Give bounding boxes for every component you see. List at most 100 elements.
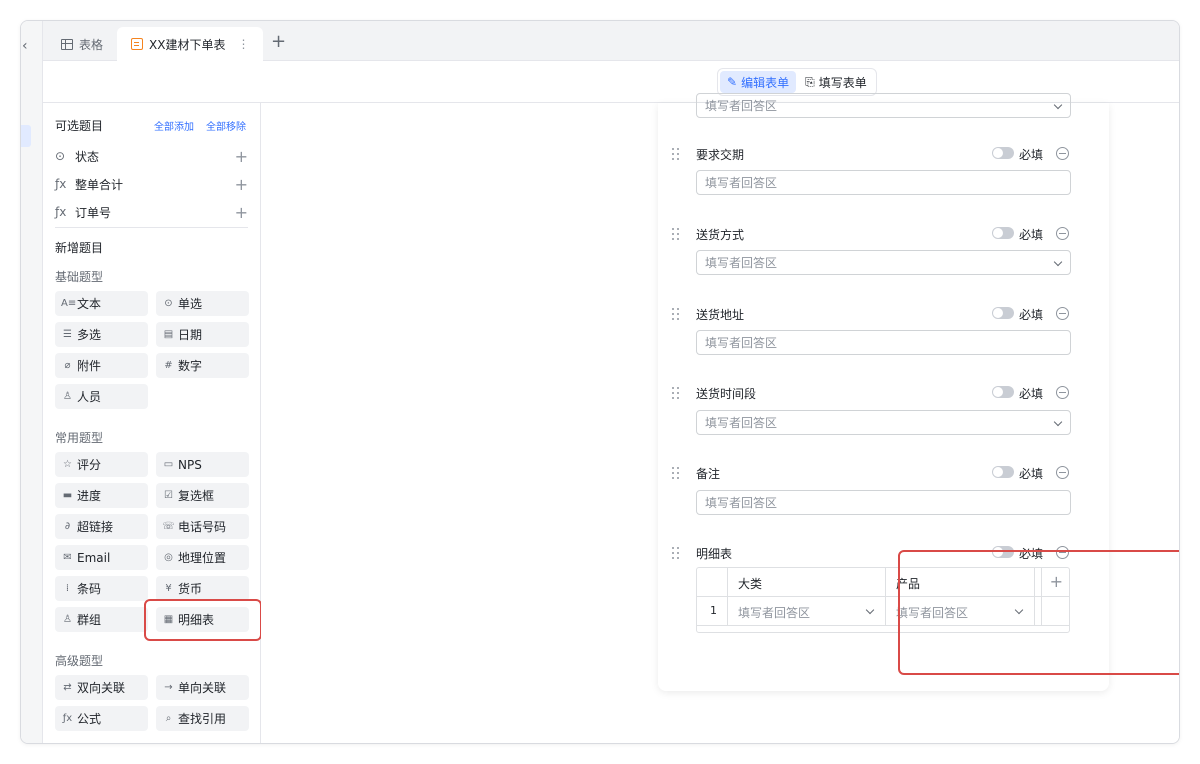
person-icon: ♙ bbox=[63, 391, 72, 402]
barcode-icon: ⁞ bbox=[65, 583, 70, 594]
required-toggle[interactable] bbox=[992, 147, 1014, 159]
add-all-link[interactable]: 全部添加 bbox=[154, 118, 194, 133]
type-number[interactable]: # 数字 bbox=[156, 353, 249, 378]
type-barcode[interactable]: ⁞ 条码 bbox=[55, 576, 148, 601]
tab-table[interactable]: 表格 bbox=[47, 27, 117, 61]
type-lookup[interactable]: ⌕ 查找引用 bbox=[156, 706, 249, 731]
add-icon[interactable]: + bbox=[235, 147, 248, 166]
required-toggle[interactable] bbox=[992, 307, 1014, 319]
drag-handle-icon[interactable] bbox=[672, 228, 680, 240]
remove-all-link[interactable]: 全部移除 bbox=[206, 118, 246, 133]
required-label: 必填 bbox=[1018, 228, 1043, 242]
answer-input[interactable]: 填写者回答区 bbox=[696, 170, 1071, 195]
detail-cell-category[interactable]: 填写者回答区 bbox=[738, 604, 810, 621]
add-icon[interactable]: + bbox=[235, 203, 248, 222]
type-nps[interactable]: ▭ NPS bbox=[156, 452, 249, 477]
question-label: 明细表 bbox=[696, 547, 733, 561]
required-toggle[interactable] bbox=[992, 227, 1014, 239]
type-rating[interactable]: ☆ 评分 bbox=[55, 452, 148, 477]
previous-field-select[interactable]: 填写者回答区 bbox=[696, 93, 1071, 118]
type-single-select[interactable]: ⊙ 单选 bbox=[156, 291, 249, 316]
tab-form[interactable]: XX建材下单表 ⋮ bbox=[117, 27, 264, 61]
column-divider bbox=[727, 568, 728, 625]
new-title: 新增题目 bbox=[55, 241, 104, 255]
one-way-link-icon: → bbox=[164, 682, 173, 693]
detail-cell-product[interactable]: 填写者回答区 bbox=[896, 604, 968, 621]
remove-icon[interactable] bbox=[1056, 386, 1069, 399]
progress-icon: ▬ bbox=[62, 490, 73, 501]
drag-handle-icon[interactable] bbox=[672, 467, 680, 479]
type-two-way-link[interactable]: ⇄ 双向关联 bbox=[55, 675, 148, 700]
required-label: 必填 bbox=[1018, 387, 1043, 401]
remove-icon[interactable] bbox=[1056, 307, 1069, 320]
answer-select[interactable]: 填写者回答区 bbox=[696, 410, 1071, 435]
checkbox-icon: ☑ bbox=[164, 490, 173, 501]
column-divider bbox=[1041, 568, 1042, 625]
drag-handle-icon[interactable] bbox=[672, 387, 680, 399]
type-attachment[interactable]: ⌀ 附件 bbox=[55, 353, 148, 378]
remove-icon[interactable] bbox=[1056, 466, 1069, 479]
required-toggle[interactable] bbox=[992, 466, 1014, 478]
detail-table: 大类 产品 + 1 填写者回答区 填写者回答区 bbox=[696, 567, 1070, 633]
optional-header: 可选题目 全部添加 全部移除 bbox=[55, 117, 246, 134]
status-icon: ⊙ bbox=[55, 149, 66, 163]
remove-icon[interactable] bbox=[1056, 147, 1069, 160]
type-phone[interactable]: ☏ 电话号码 bbox=[156, 514, 249, 539]
formula-icon: ƒx bbox=[55, 205, 67, 219]
drag-handle-icon[interactable] bbox=[672, 308, 680, 320]
table-bottom-border bbox=[697, 625, 1069, 626]
column-header: 产品 bbox=[896, 577, 921, 591]
drag-handle-icon[interactable] bbox=[672, 547, 680, 559]
text-icon: A≡ bbox=[61, 298, 77, 309]
chevron-down-icon bbox=[865, 605, 875, 615]
fill-form-button[interactable]: ⎘ 填写表单 bbox=[798, 71, 874, 93]
type-one-way-link[interactable]: → 单向关联 bbox=[156, 675, 249, 700]
add-tab-icon[interactable]: + bbox=[271, 31, 286, 52]
form-card: 填写者回答区 要求交期 必填 填写者回答区 送货方式 必填 填写者回答区 送货地… bbox=[658, 93, 1109, 691]
collapsed-nav[interactable]: ‹ bbox=[21, 21, 43, 743]
more-vertical-icon[interactable]: ⋮ bbox=[237, 37, 249, 51]
type-multi-select[interactable]: ☰ 多选 bbox=[55, 322, 148, 347]
nps-icon: ▭ bbox=[163, 459, 174, 470]
tab-label: XX建材下单表 bbox=[149, 37, 226, 52]
location-icon: ◎ bbox=[164, 552, 173, 563]
nav-active-indicator bbox=[21, 125, 31, 147]
form-canvas: 填写者回答区 要求交期 必填 填写者回答区 送货方式 必填 填写者回答区 送货地… bbox=[261, 93, 1179, 743]
type-location[interactable]: ◎ 地理位置 bbox=[156, 545, 249, 570]
drag-handle-icon[interactable] bbox=[672, 148, 680, 160]
type-hyperlink[interactable]: ∂ 超链接 bbox=[55, 514, 148, 539]
type-progress[interactable]: ▬ 进度 bbox=[55, 483, 148, 508]
type-text[interactable]: A≡ 文本 bbox=[55, 291, 148, 316]
remove-icon[interactable] bbox=[1056, 227, 1069, 240]
add-column-icon[interactable]: + bbox=[1050, 572, 1063, 591]
chevron-left-icon[interactable]: ‹ bbox=[22, 38, 28, 54]
type-date[interactable]: ▤ 日期 bbox=[156, 322, 249, 347]
type-group[interactable]: ♙ 群组 bbox=[55, 607, 148, 632]
question-label: 要求交期 bbox=[696, 148, 745, 162]
calendar-icon: ▤ bbox=[163, 329, 174, 340]
edit-icon: ✎ bbox=[727, 75, 738, 89]
answer-input[interactable]: 填写者回答区 bbox=[696, 330, 1071, 355]
mail-icon: ✉ bbox=[63, 552, 72, 563]
remove-icon[interactable] bbox=[1056, 546, 1069, 559]
edit-form-button[interactable]: ✎ 编辑表单 bbox=[720, 71, 797, 93]
type-detail-table[interactable]: ▦ 明细表 bbox=[156, 607, 249, 632]
add-icon[interactable]: + bbox=[235, 175, 248, 194]
type-checkbox[interactable]: ☑ 复选框 bbox=[156, 483, 249, 508]
optional-field-order-no[interactable]: ƒx 订单号 + bbox=[55, 199, 248, 225]
required-toggle[interactable] bbox=[992, 386, 1014, 398]
answer-input[interactable]: 填写者回答区 bbox=[696, 490, 1071, 515]
required-label: 必填 bbox=[1018, 308, 1043, 322]
type-currency[interactable]: ¥ 货币 bbox=[156, 576, 249, 601]
table-icon: ▦ bbox=[163, 614, 174, 625]
required-toggle[interactable] bbox=[992, 546, 1014, 558]
optional-field-status[interactable]: ⊙ 状态 + bbox=[55, 143, 248, 169]
optional-field-total[interactable]: ƒx 整单合计 + bbox=[55, 171, 248, 197]
answer-select[interactable]: 填写者回答区 bbox=[696, 250, 1071, 275]
mode-switch: ✎ 编辑表单 ⎘ 填写表单 bbox=[717, 68, 877, 96]
chevron-down-icon bbox=[1053, 257, 1063, 267]
list-icon: ☰ bbox=[63, 329, 72, 340]
type-formula[interactable]: ƒx 公式 bbox=[55, 706, 148, 731]
type-email[interactable]: ✉ Email bbox=[55, 545, 148, 570]
type-person[interactable]: ♙ 人员 bbox=[55, 384, 148, 409]
